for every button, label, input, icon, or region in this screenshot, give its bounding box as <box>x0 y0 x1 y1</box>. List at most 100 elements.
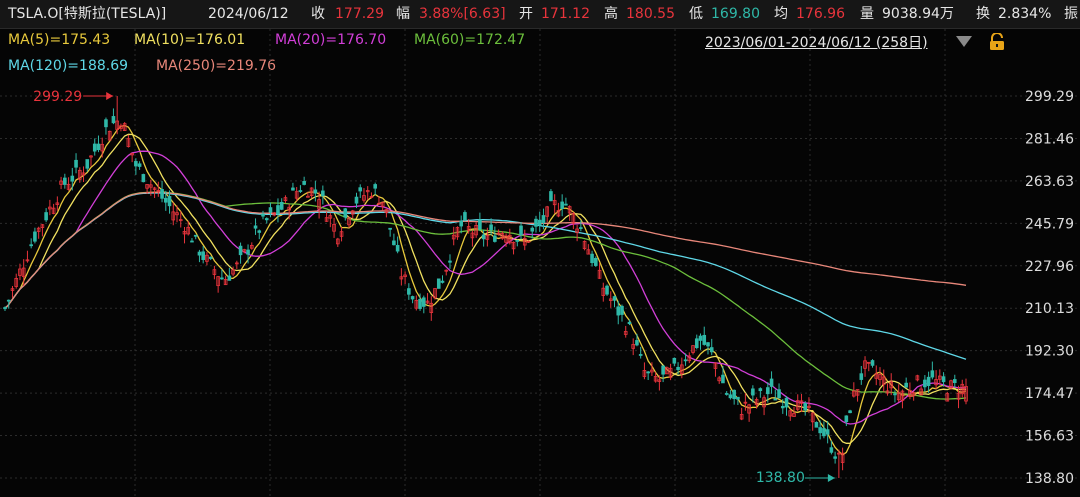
candle-body <box>74 159 78 168</box>
candle-body <box>44 212 48 221</box>
candle-body <box>732 389 736 400</box>
candle-body <box>822 428 826 437</box>
candle-body <box>784 397 789 408</box>
ma5-line <box>4 124 967 456</box>
candle-body <box>313 189 318 194</box>
candle-body <box>63 177 67 185</box>
candle-body <box>220 277 224 280</box>
candle-body <box>672 357 677 364</box>
candle-body <box>343 208 348 218</box>
candle-body <box>620 305 624 315</box>
price-axis: 299.29 281.46 263.63 245.79 227.96 210.13 192.… <box>1025 89 1074 487</box>
candle-body <box>268 207 273 213</box>
y-tick-label: 192.30 <box>1025 344 1074 360</box>
candle-body <box>227 275 232 281</box>
candle-body <box>594 257 598 266</box>
candle-body <box>354 196 359 204</box>
chart-window: { "header": { "symbol": "TSLA.O[特斯拉(TESL… <box>0 0 1080 497</box>
y-tick-label: 281.46 <box>1025 131 1074 147</box>
candle-body <box>160 188 164 199</box>
candle-body <box>638 354 643 356</box>
low-marker-label: 138.80 <box>756 470 805 486</box>
candle-body <box>736 396 740 400</box>
candle-body <box>941 376 946 383</box>
candle-body <box>104 119 108 128</box>
candle-body <box>698 335 703 341</box>
candle-body <box>321 190 325 197</box>
candle-body <box>930 370 935 378</box>
candle-body <box>683 359 688 362</box>
low-marker-arrowhead <box>827 474 835 482</box>
candle-body <box>279 201 284 210</box>
candle-body <box>459 220 463 227</box>
candle-body <box>605 285 609 295</box>
y-tick-label: 263.63 <box>1025 174 1074 190</box>
candle-body <box>721 374 725 384</box>
candle-body <box>818 427 822 434</box>
candle-body <box>134 161 138 167</box>
candle-body <box>676 366 680 371</box>
candle-body <box>706 342 710 347</box>
y-tick-label: 245.79 <box>1025 216 1074 232</box>
candle-body <box>590 253 594 264</box>
candle-body <box>246 249 250 255</box>
candle-body <box>549 191 553 202</box>
candle-body <box>407 288 411 295</box>
candle-body <box>780 405 785 409</box>
candle-body <box>392 240 396 246</box>
candle-body <box>519 225 523 236</box>
candle-body <box>29 244 33 247</box>
high-marker-arrowhead <box>106 92 114 100</box>
chart-grid <box>0 29 1080 497</box>
candle-body <box>893 393 897 396</box>
candle-body <box>388 227 392 230</box>
candle-body <box>137 163 142 167</box>
candle-body <box>534 218 538 227</box>
candle-body <box>777 389 781 399</box>
candle-body <box>627 321 632 325</box>
candle-body <box>530 227 535 232</box>
candle-body <box>758 388 763 392</box>
candle-body <box>825 429 830 435</box>
ma250-line <box>4 191 967 310</box>
candle-body <box>85 159 90 169</box>
candle-body <box>440 280 445 283</box>
candle-body <box>537 219 542 226</box>
candle-body <box>766 387 770 395</box>
candle-body <box>814 421 819 428</box>
candle-body <box>952 379 957 384</box>
candle-body <box>635 340 639 346</box>
candle-body <box>33 231 37 242</box>
candle-body <box>616 306 621 316</box>
candle-body <box>302 181 306 185</box>
candle-body <box>96 143 101 151</box>
candle-body <box>193 234 198 237</box>
high-marker-label: 299.29 <box>33 89 82 105</box>
candle-body <box>612 296 617 301</box>
candle-body <box>201 251 205 260</box>
candles <box>3 96 968 478</box>
candle-body <box>751 388 755 396</box>
candle-body <box>515 240 520 242</box>
extreme-annotations: 299.29 138.80 <box>33 89 835 486</box>
candle-body <box>436 278 441 289</box>
candle-body <box>92 143 97 152</box>
y-tick-label: 227.96 <box>1025 259 1074 275</box>
candle-body <box>257 230 262 233</box>
candle-body <box>579 227 583 229</box>
candle-body <box>163 197 168 203</box>
candle-body <box>773 398 778 401</box>
candle-body <box>190 240 194 243</box>
candle-body <box>358 187 363 192</box>
candlestick-chart: 299.29 281.46 263.63 245.79 227.96 210.13 192.… <box>0 29 1080 497</box>
candle-body <box>829 447 834 453</box>
candle-body <box>306 195 310 198</box>
y-tick-label: 156.63 <box>1025 429 1074 445</box>
candle-body <box>541 215 546 224</box>
candle-body <box>261 213 265 217</box>
candle-body <box>844 415 849 423</box>
candle-body <box>859 373 864 380</box>
candle-body <box>141 174 146 183</box>
candle-body <box>478 219 482 230</box>
candle-body <box>3 307 7 310</box>
